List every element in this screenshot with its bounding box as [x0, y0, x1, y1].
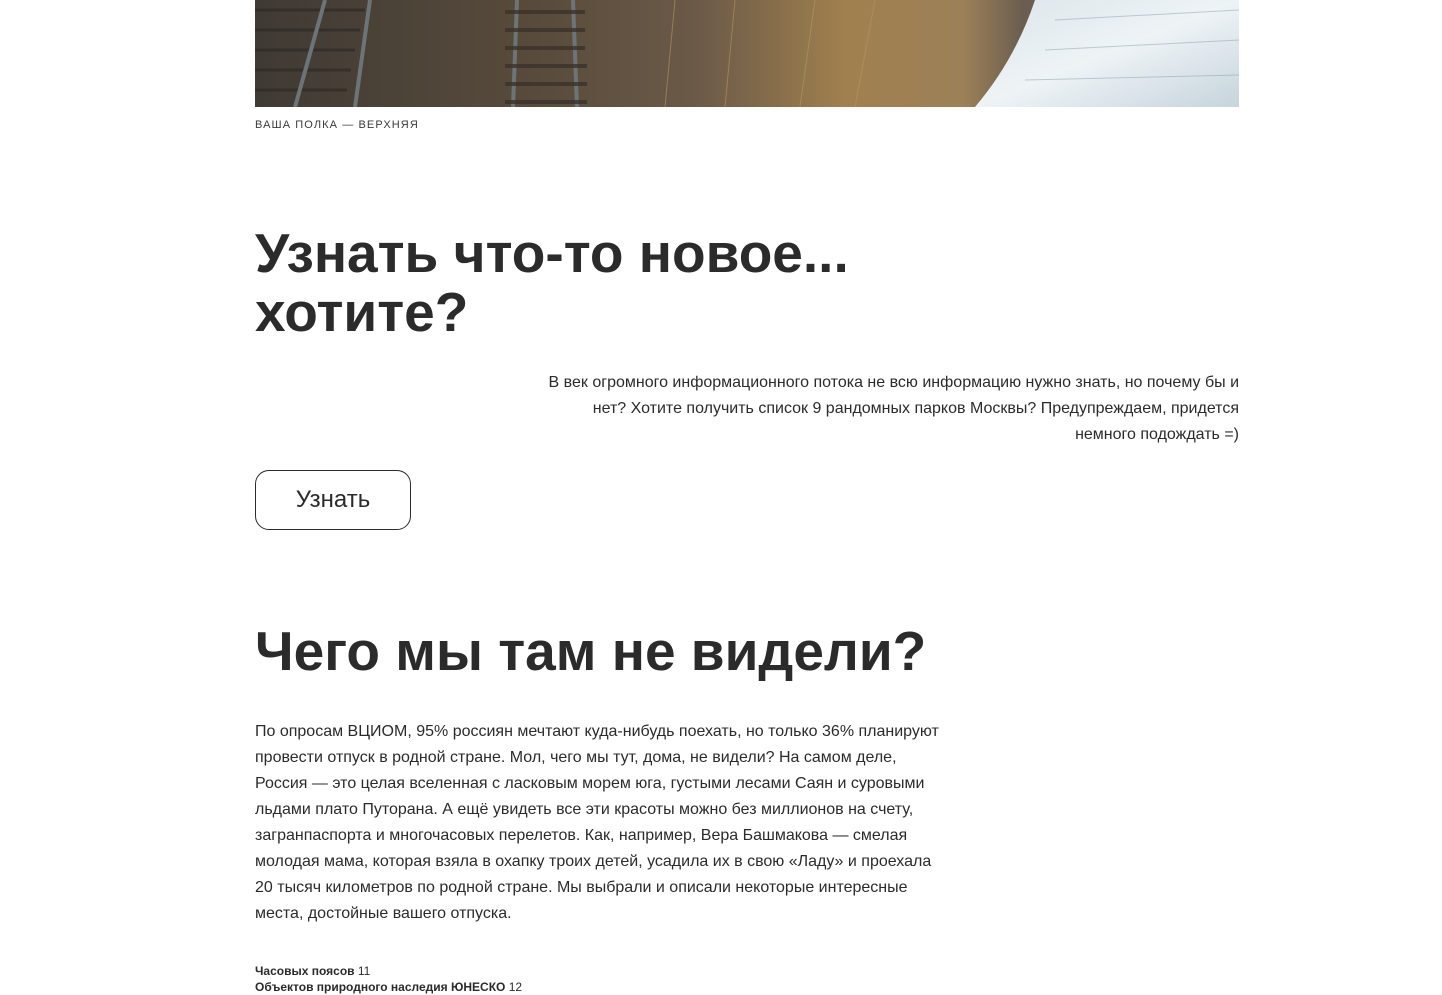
- intro-lead: В век огромного информационного потока н…: [548, 374, 1239, 443]
- fact-value: 12: [508, 980, 523, 994]
- fact-row: Часовых поясов 11: [255, 963, 522, 979]
- learn-button[interactable]: Узнать: [255, 470, 411, 530]
- article-body: По опросам ВЦИОМ, 95% россиян мечтают ку…: [255, 723, 939, 922]
- hero-caption: Ваша полка — верхняя: [255, 119, 419, 131]
- fact-label: Объектов природного наследия ЮНЕСКО: [255, 980, 506, 994]
- fact-label: Часовых поясов: [255, 964, 355, 978]
- article-title: Чего мы там не видели?: [255, 620, 927, 682]
- facts-list: Часовых поясов 11 Объектов природного на…: [255, 963, 522, 995]
- fact-value: 11: [357, 964, 371, 978]
- hero-image-railway: [255, 0, 1239, 107]
- intro-title: Узнать что-то новое... хотите?: [255, 222, 849, 343]
- fact-row: Объектов природного наследия ЮНЕСКО 12: [255, 979, 522, 995]
